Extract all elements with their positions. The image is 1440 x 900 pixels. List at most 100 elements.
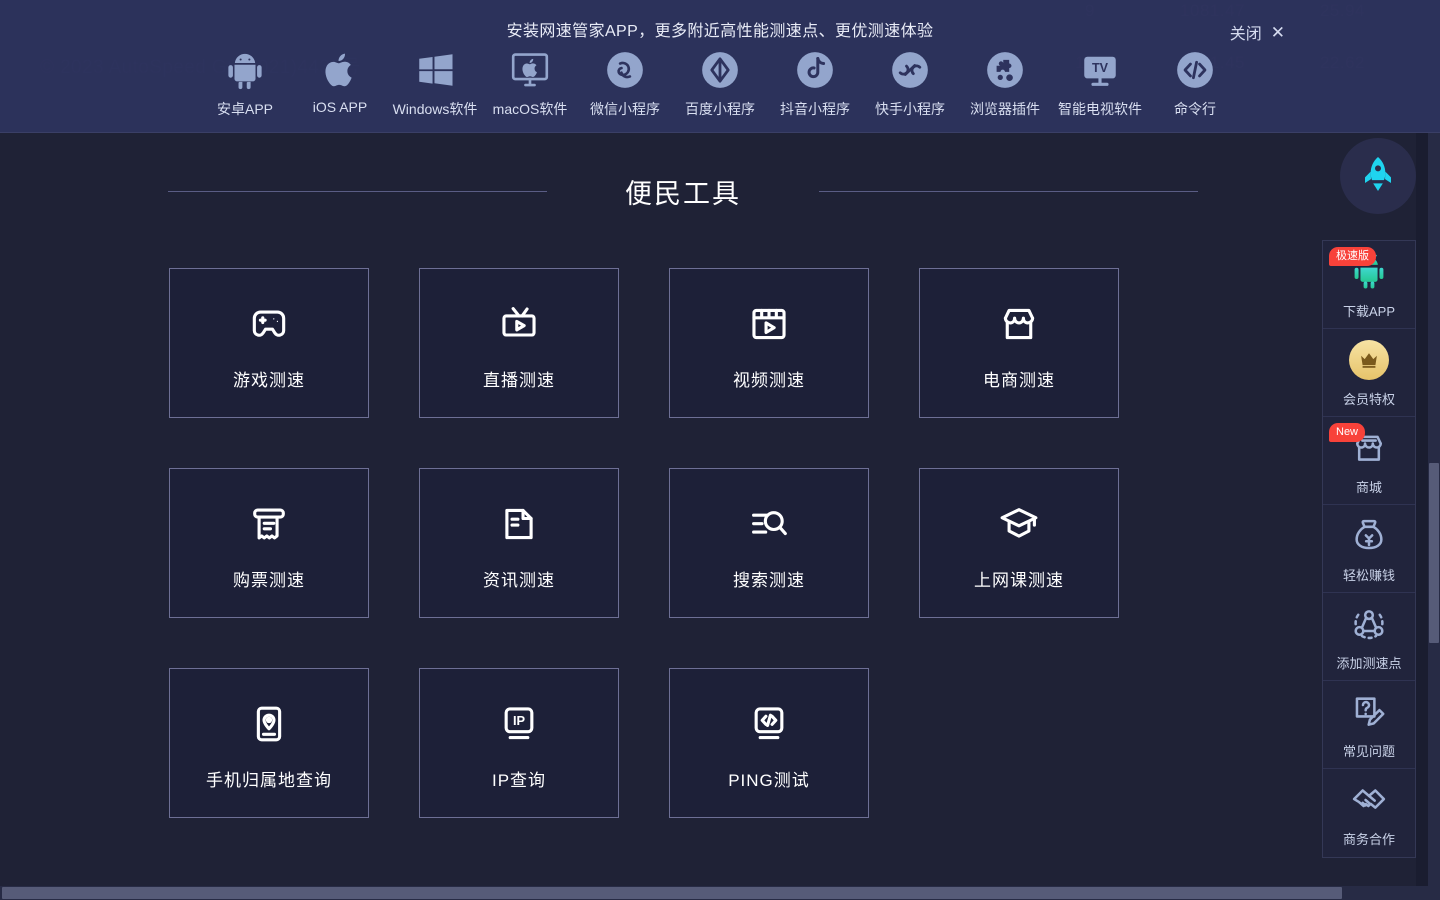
app-download-list: 安卓APP iOS APP Windows软件 (0, 48, 1440, 119)
code-book-icon (747, 696, 791, 752)
back-to-top-rocket-button[interactable] (1340, 138, 1416, 214)
gamepad-icon (247, 296, 291, 352)
app-item-cli[interactable]: 命令行 (1148, 48, 1243, 119)
news-doc-icon (497, 496, 541, 552)
tool-card-ticket-speedtest[interactable]: 购票测速 (169, 468, 369, 618)
sidebar-item-download-app[interactable]: 极速版 (1323, 241, 1415, 329)
question-edit-icon (1350, 690, 1388, 734)
sidebar-item-faq[interactable]: 常见问题 (1323, 681, 1415, 769)
app-item-ios[interactable]: iOS APP (293, 48, 388, 115)
app-item-baidu-miniprogram[interactable]: 百度小程序 (673, 48, 768, 119)
tool-label: 资讯测速 (483, 566, 555, 591)
horizontal-scrollbar-thumb[interactable] (2, 887, 1342, 899)
tool-label: PING测试 (728, 766, 810, 791)
sidebar-item-label: 常见问题 (1343, 741, 1395, 760)
vertical-scrollbar-thumb[interactable] (1429, 463, 1439, 643)
tv-icon: TV (1078, 48, 1122, 92)
sidebar-item-label: 商务合作 (1343, 829, 1395, 848)
sidebar-badge: 极速版 (1329, 247, 1376, 266)
app-label: Windows软件 (393, 99, 478, 119)
close-icon: ✕ (1271, 24, 1285, 41)
tool-label: 电商测速 (983, 366, 1055, 391)
app-item-macos[interactable]: macOS软件 (483, 48, 578, 119)
page-root: 9 1081.47 25.94 移动 昆明 10 1081.45 22.62 移… (0, 0, 1440, 900)
app-label: macOS软件 (493, 99, 568, 119)
search-list-icon (747, 496, 791, 552)
tool-card-search-speedtest[interactable]: 搜索测速 (669, 468, 869, 618)
android-icon (223, 48, 267, 92)
tool-label: 购票测速 (233, 566, 305, 591)
sidebar-item-add-speedtest-node[interactable]: 添加测速点 (1323, 593, 1415, 681)
phone-location-icon (247, 696, 291, 752)
tool-card-online-class-speedtest[interactable]: 上网课测速 (919, 468, 1119, 618)
section-divider-left (168, 191, 547, 192)
tool-card-ip-query[interactable]: IP IP查询 (419, 668, 619, 818)
tool-label: 视频测速 (733, 366, 805, 391)
tv-play-icon (497, 296, 541, 352)
douyin-icon (793, 48, 837, 92)
sidebar-item-make-money[interactable]: 轻松赚钱 (1323, 505, 1415, 593)
sidebar-item-label: 轻松赚钱 (1343, 565, 1395, 584)
tool-card-phone-location-query[interactable]: 手机归属地查询 (169, 668, 369, 818)
app-item-douyin[interactable]: 抖音小程序 (768, 48, 863, 119)
apple-icon (318, 48, 362, 92)
app-item-smart-tv[interactable]: TV 智能电视软件 (1053, 48, 1148, 119)
tool-card-ecommerce-speedtest[interactable]: 电商测速 (919, 268, 1119, 418)
app-item-browser-extension[interactable]: 浏览器插件 (958, 48, 1053, 119)
tool-label: IP查询 (492, 766, 546, 791)
tool-card-live-speedtest[interactable]: 直播测速 (419, 268, 619, 418)
sidebar-item-store[interactable]: New 商城 (1323, 417, 1415, 505)
app-label: 智能电视软件 (1058, 99, 1142, 119)
sidebar-item-label: 商城 (1356, 477, 1382, 496)
tool-card-ping-test[interactable]: PING测试 (669, 668, 869, 818)
tool-card-game-speedtest[interactable]: 游戏测速 (169, 268, 369, 418)
sidebar-badge: New (1329, 423, 1365, 442)
sidebar-item-member-privilege[interactable]: 会员特权 (1323, 329, 1415, 417)
svg-text:IP: IP (513, 712, 526, 727)
page-title: 便民工具 (547, 172, 819, 211)
promo-title: 安装网速管家APP，更多附近高性能测速点、更优测速体验 (0, 17, 1440, 41)
tool-label: 搜索测速 (733, 566, 805, 591)
puzzle-extension-icon (983, 48, 1027, 92)
app-label: 命令行 (1174, 99, 1216, 119)
tool-card-news-speedtest[interactable]: 资讯测速 (419, 468, 619, 618)
section-header: 便民工具 (168, 172, 1198, 211)
app-label: iOS APP (313, 99, 367, 115)
tool-label: 上网课测速 (974, 566, 1064, 591)
tool-label: 直播测速 (483, 366, 555, 391)
graduation-cap-icon (997, 496, 1041, 552)
promo-close-button[interactable]: 关闭 ✕ (1230, 20, 1285, 44)
imac-icon (508, 48, 552, 92)
windows-icon (413, 48, 457, 92)
film-play-icon (747, 296, 791, 352)
ticket-icon (247, 496, 291, 552)
app-label: 微信小程序 (590, 99, 660, 119)
vertical-scrollbar[interactable] (1428, 133, 1440, 886)
kuaishou-icon (888, 48, 932, 92)
app-promo-banner: 安装网速管家APP，更多附近高性能测速点、更优测速体验 关闭 ✕ 安卓APP i… (0, 0, 1440, 133)
app-item-kuaishou[interactable]: 快手小程序 (863, 48, 958, 119)
network-node-icon (1350, 602, 1388, 646)
app-label: 浏览器插件 (970, 99, 1040, 119)
app-item-windows[interactable]: Windows软件 (388, 48, 483, 119)
tool-label: 手机归属地查询 (206, 766, 332, 791)
tools-grid: 游戏测速 直播测速 视频测速 电商测速 购票测速 (169, 268, 1169, 818)
right-sidebar: 极速版 (1322, 240, 1416, 858)
money-bag-icon (1350, 514, 1388, 558)
svg-text:TV: TV (1092, 61, 1109, 75)
sidebar-item-label: 添加测速点 (1336, 653, 1401, 672)
rocket-icon (1358, 154, 1398, 199)
app-item-android[interactable]: 安卓APP (198, 48, 293, 119)
app-item-wechat-miniprogram[interactable]: 微信小程序 (578, 48, 673, 119)
code-cli-icon (1173, 48, 1217, 92)
handshake-icon (1350, 778, 1388, 822)
tool-card-video-speedtest[interactable]: 视频测速 (669, 268, 869, 418)
sidebar-item-label: 下载APP (1343, 301, 1395, 320)
sidebar-item-business-cooperation[interactable]: 商务合作 (1323, 769, 1415, 857)
ip-icon: IP (497, 696, 541, 752)
wechat-miniprogram-icon (603, 48, 647, 92)
app-label: 抖音小程序 (780, 99, 850, 119)
promo-close-label: 关闭 (1230, 20, 1262, 44)
sidebar-strip (1416, 133, 1428, 886)
horizontal-scrollbar[interactable] (0, 886, 1440, 900)
